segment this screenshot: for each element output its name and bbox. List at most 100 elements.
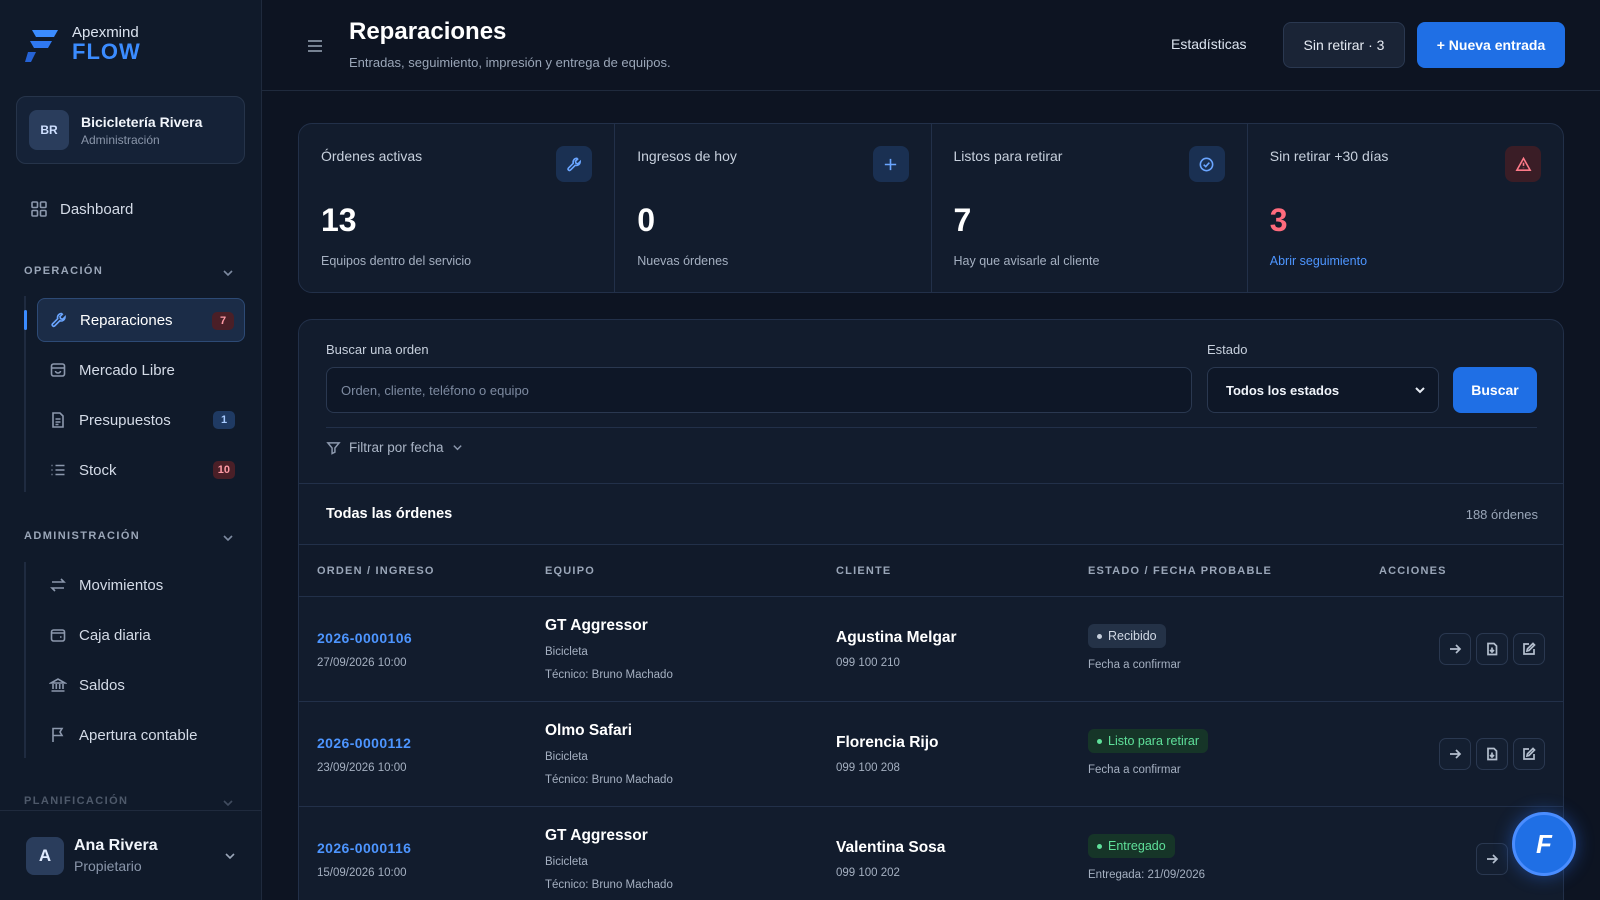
sidebar-item-mercado-libre[interactable]: Mercado Libre xyxy=(37,348,245,392)
section-title-operacion: OPERACIÓN xyxy=(24,265,104,277)
user-role: Propietario xyxy=(74,858,142,874)
section-toggle-planificacion[interactable] xyxy=(222,796,234,808)
table-row[interactable]: 2026-0000112 23/09/2026 10:00 Olmo Safar… xyxy=(299,702,1563,807)
sidebar-item-stock[interactable]: Stock 10 xyxy=(37,448,245,492)
table-header: ORDEN / INGRESO EQUIPO CLIENTE ESTADO / … xyxy=(299,545,1563,597)
org-role: Administración xyxy=(81,132,160,147)
section-toggle-administracion[interactable] xyxy=(222,531,234,543)
stat-value: 13 xyxy=(321,202,357,238)
count-badge: 1 xyxy=(213,411,235,429)
status-label: Estado xyxy=(1207,342,1248,357)
delivered-date: Entregada: 21/09/2026 xyxy=(1088,869,1206,881)
wallet-icon xyxy=(50,629,66,642)
user-name: Ana Rivera xyxy=(74,837,158,854)
stat-card-active-orders: Órdenes activas 13 Equipos dentro del se… xyxy=(299,124,616,292)
edit-icon xyxy=(1523,642,1536,655)
search-label: Buscar una orden xyxy=(326,342,429,357)
filter-icon xyxy=(326,442,341,455)
equipment-name: Olmo Safari xyxy=(545,722,632,739)
sidebar-item-dashboard[interactable]: Dashboard xyxy=(18,187,244,231)
stat-label: Listos para retirar xyxy=(953,148,1063,164)
search-input[interactable] xyxy=(326,367,1192,413)
column-header[interactable]: CLIENTE xyxy=(836,565,891,577)
open-followup-link[interactable]: Abrir seguimiento xyxy=(1270,254,1367,268)
date-filter-toggle[interactable]: Filtrar por fecha xyxy=(326,440,463,455)
sidebar-item-caja-diaria[interactable]: Caja diaria xyxy=(37,613,245,657)
file-download-icon xyxy=(1487,747,1498,761)
status-text: Entregado xyxy=(1108,839,1166,853)
org-name: Bicicletería Rivera xyxy=(81,113,203,130)
stat-note: Hay que avisarle al cliente xyxy=(953,254,1100,268)
technician: Técnico: Bruno Machado xyxy=(545,669,673,681)
arrow-right-icon xyxy=(1450,749,1462,759)
sidebar-item-saldos[interactable]: Saldos xyxy=(37,663,245,707)
open-order-button[interactable] xyxy=(1439,633,1471,665)
column-header: ACCIONES xyxy=(1379,565,1447,577)
table-row[interactable]: 2026-0000116 15/09/2026 10:00 GT Aggress… xyxy=(299,807,1563,900)
user-menu[interactable]: A Ana Rivera Propietario xyxy=(0,810,262,900)
search-button[interactable]: Buscar xyxy=(1453,367,1537,413)
sidebar-item-label: Reparaciones xyxy=(80,311,173,329)
flow-logo-icon xyxy=(25,30,58,62)
sidebar-item-label: Saldos xyxy=(79,676,125,694)
download-pdf-button[interactable] xyxy=(1476,633,1508,665)
stat-label: Ingresos de hoy xyxy=(637,148,737,164)
order-link[interactable]: 2026-0000112 xyxy=(317,735,411,751)
sidebar-item-label: Movimientos xyxy=(79,576,164,594)
shop-icon xyxy=(50,363,66,377)
column-header[interactable]: ORDEN / INGRESO xyxy=(317,565,435,577)
client-name: Agustina Melgar xyxy=(836,629,957,646)
arrow-right-icon xyxy=(1487,854,1499,864)
assistant-fab-button[interactable]: F xyxy=(1512,812,1576,876)
section-toggle-operacion[interactable] xyxy=(222,266,234,278)
stat-value: 3 xyxy=(1269,202,1288,238)
sidebar-item-presupuestos[interactable]: Presupuestos 1 xyxy=(37,398,245,442)
equipment-type: Bicicleta xyxy=(545,751,588,763)
menu-toggle[interactable] xyxy=(306,38,324,54)
status-select-value: Todos los estados xyxy=(1226,382,1340,398)
top-header: Reparaciones Entradas, seguimiento, impr… xyxy=(262,0,1600,91)
status-badge: Entregado xyxy=(1088,834,1175,858)
table-row[interactable]: 2026-0000106 27/09/2026 10:00 GT Aggress… xyxy=(299,597,1563,702)
sidebar-item-label: Stock xyxy=(79,461,117,479)
edit-order-button[interactable] xyxy=(1513,738,1545,770)
new-entry-button[interactable]: + Nueva entrada xyxy=(1417,22,1565,68)
sidebar-item-reparaciones[interactable]: Reparaciones 7 xyxy=(37,298,245,342)
sidebar-item-label: Caja diaria xyxy=(79,626,151,644)
list-header: Todas las órdenes 188 órdenes xyxy=(299,483,1563,545)
brand-logo[interactable]: Apexmind FLOW xyxy=(24,24,141,64)
active-indicator xyxy=(24,310,27,330)
status-select[interactable]: Todos los estados xyxy=(1207,367,1439,413)
edit-order-button[interactable] xyxy=(1513,633,1545,665)
sidebar-item-movimientos[interactable]: Movimientos xyxy=(37,563,245,607)
stat-card-ready-pickup: Listos para retirar 7 Hay que avisarle a… xyxy=(932,124,1248,292)
expected-date: Fecha a confirmar xyxy=(1088,659,1181,671)
sidebar-item-label: Mercado Libre xyxy=(79,361,175,379)
download-pdf-button[interactable] xyxy=(1476,738,1508,770)
stat-value: 0 xyxy=(637,202,656,238)
column-header[interactable]: ESTADO / FECHA PROBABLE xyxy=(1088,565,1272,577)
document-icon xyxy=(52,412,64,428)
order-link[interactable]: 2026-0000116 xyxy=(317,840,411,856)
sidebar-item-label: Apertura contable xyxy=(79,726,198,744)
org-switcher[interactable]: BR Bicicletería Rivera Administración xyxy=(16,96,245,164)
wrench-icon xyxy=(51,312,66,328)
wrench-icon xyxy=(556,146,593,182)
stats-cards: Órdenes activas 13 Equipos dentro del se… xyxy=(298,123,1564,293)
section-title-administracion: ADMINISTRACIÓN xyxy=(24,530,141,542)
statistics-link[interactable]: Estadísticas xyxy=(1171,36,1246,52)
stat-note: Nuevas órdenes xyxy=(637,254,729,268)
sidebar-item-apertura-contable[interactable]: Apertura contable xyxy=(37,713,245,757)
column-header[interactable]: EQUIPO xyxy=(545,565,595,577)
fab-logo-icon: F xyxy=(1536,828,1552,859)
expected-date: Fecha a confirmar xyxy=(1088,764,1181,776)
order-link[interactable]: 2026-0000106 xyxy=(317,630,412,646)
brand-product: FLOW xyxy=(72,39,141,64)
open-order-button[interactable] xyxy=(1439,738,1471,770)
arrows-icon xyxy=(50,578,66,592)
flag-icon xyxy=(52,727,64,742)
technician: Técnico: Bruno Machado xyxy=(545,879,673,891)
pending-pickup-button[interactable]: Sin retirar · 3 xyxy=(1283,22,1405,68)
avatar: A xyxy=(26,836,64,875)
open-order-button[interactable] xyxy=(1476,843,1508,875)
